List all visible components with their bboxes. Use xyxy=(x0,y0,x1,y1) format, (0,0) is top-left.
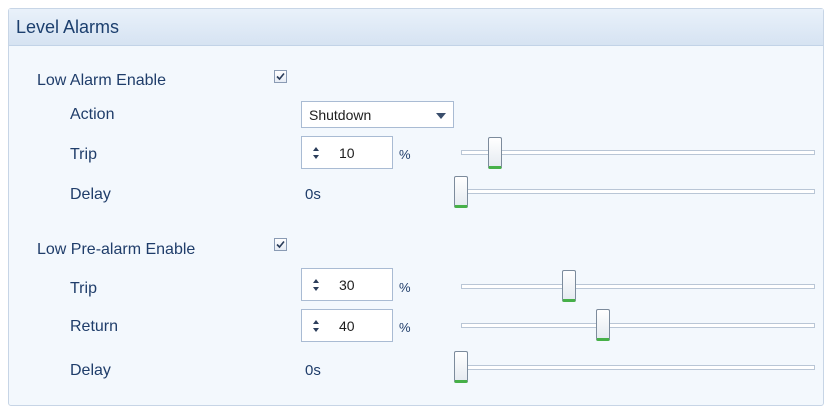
low-prealarm-return-value: 40 xyxy=(339,318,355,334)
low-prealarm-delay-slider-track[interactable] xyxy=(461,365,815,370)
low-prealarm-return-unit: % xyxy=(399,320,411,335)
low-prealarm-return-label: Return xyxy=(70,318,119,335)
panel-header: Level Alarms xyxy=(9,9,823,46)
low-prealarm-delay-label: Delay xyxy=(70,362,111,379)
action-dropdown-value: Shutdown xyxy=(309,107,372,123)
low-prealarm-trip-unit: % xyxy=(399,280,411,295)
spinner-arrows-icon[interactable] xyxy=(311,145,321,161)
low-prealarm-enable-label: Low Pre-alarm Enable xyxy=(37,241,196,258)
spinner-arrows-icon[interactable] xyxy=(311,318,321,334)
low-alarm-trip-unit: % xyxy=(399,147,411,162)
check-icon xyxy=(276,72,285,81)
action-label: Action xyxy=(70,106,115,123)
low-prealarm-delay-value: 0s xyxy=(305,362,321,379)
low-alarm-trip-value: 10 xyxy=(339,145,355,161)
low-alarm-trip-slider-thumb[interactable] xyxy=(488,137,502,169)
low-prealarm-return-slider-thumb[interactable] xyxy=(596,309,610,341)
chevron-down-icon xyxy=(436,113,446,119)
low-prealarm-trip-spinner[interactable]: 30 xyxy=(301,268,393,301)
low-alarm-delay-slider-track[interactable] xyxy=(461,189,815,194)
action-dropdown[interactable]: Shutdown xyxy=(301,101,454,128)
low-prealarm-trip-label: Trip xyxy=(70,280,97,297)
low-prealarm-trip-slider-thumb[interactable] xyxy=(562,270,576,302)
low-alarm-enable-checkbox[interactable] xyxy=(274,70,287,83)
low-alarm-delay-slider-thumb[interactable] xyxy=(454,176,468,208)
level-alarms-panel: Level Alarms xyxy=(8,8,824,406)
low-prealarm-return-slider-track[interactable] xyxy=(461,323,815,328)
panel-title: Level Alarms xyxy=(16,17,120,37)
low-prealarm-trip-slider-track[interactable] xyxy=(461,284,815,289)
low-prealarm-trip-value: 30 xyxy=(339,277,355,293)
spinner-arrows-icon[interactable] xyxy=(311,277,321,293)
low-prealarm-return-spinner[interactable]: 40 xyxy=(301,309,393,342)
low-alarm-delay-value: 0s xyxy=(305,186,321,203)
low-prealarm-delay-slider-thumb[interactable] xyxy=(454,351,468,383)
low-alarm-delay-label: Delay xyxy=(70,186,111,203)
check-icon xyxy=(276,240,285,249)
low-alarm-trip-slider-track[interactable] xyxy=(461,150,815,155)
low-alarm-enable-label: Low Alarm Enable xyxy=(37,72,166,89)
low-prealarm-enable-checkbox[interactable] xyxy=(274,238,287,251)
low-alarm-trip-label: Trip xyxy=(70,146,97,163)
low-alarm-trip-spinner[interactable]: 10 xyxy=(301,136,393,169)
